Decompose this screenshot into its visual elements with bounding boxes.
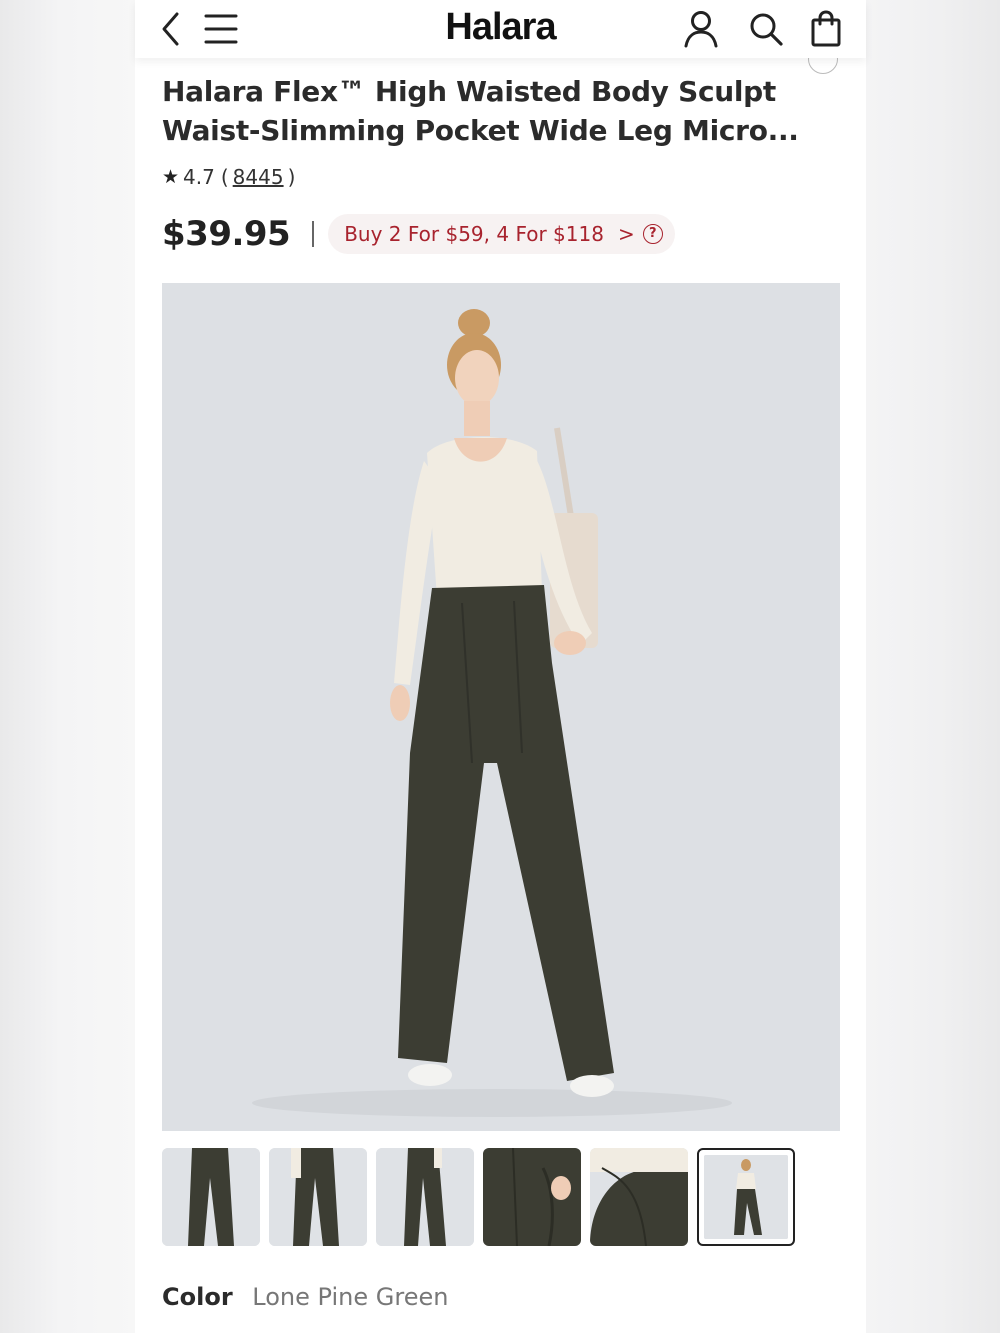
help-icon[interactable]: ? [642,224,663,244]
back-chevron-icon[interactable] [150,8,192,50]
rating-paren-close: ) [287,165,296,189]
shopping-bag-icon[interactable] [805,8,847,50]
product-page: Halara Halara Flex™ High Waisted Body Sc… [135,0,866,1333]
thumbnail-strip [162,1148,795,1246]
product-title-line-2: Waist-Slimming Pocket Wide Leg Micro... [162,114,799,147]
brand-logo[interactable]: Halara [445,6,556,48]
color-selector-row: Color Lone Pine Green [162,1283,448,1311]
product-title: Halara Flex™ High Waisted Body Sculpt Wa… [162,72,802,150]
bundle-promo-button[interactable]: Buy 2 For $59, 4 For $118 > ? [328,214,675,254]
review-count-link[interactable]: 8445 [233,165,284,189]
price-row: $39.95 Buy 2 For $59, 4 For $118 > ? [162,212,675,256]
thumbnail-4[interactable] [483,1148,581,1246]
thumbnail-2[interactable] [269,1148,367,1246]
star-icon: ★ [162,166,180,188]
menu-icon[interactable] [200,8,242,50]
thumbnail-1[interactable] [162,1148,260,1246]
model-wearing-pants-image [162,283,840,1131]
rating-value: 4.7 [183,165,215,189]
chevron-right-icon: > [617,222,635,246]
thumbnail-3[interactable] [376,1148,474,1246]
price-divider [312,221,315,247]
thumbnail-6-selected[interactable] [697,1148,795,1246]
product-main-image[interactable] [162,283,840,1131]
rating-paren-open: ( [220,165,229,189]
top-nav-bar: Halara [135,0,866,58]
color-value: Lone Pine Green [252,1283,449,1311]
color-label: Color [162,1283,233,1311]
product-title-line-1: Halara Flex™ High Waisted Body Sculpt [162,75,777,108]
account-icon[interactable] [680,8,722,50]
product-price: $39.95 [162,214,291,254]
thumbnail-5[interactable] [590,1148,688,1246]
product-rating: ★ 4.7 ( 8445 ) [162,164,295,190]
search-icon[interactable] [745,8,787,50]
thumbnail-6-image [704,1155,788,1239]
promo-text: Buy 2 For $59, 4 For $118 [344,222,604,246]
